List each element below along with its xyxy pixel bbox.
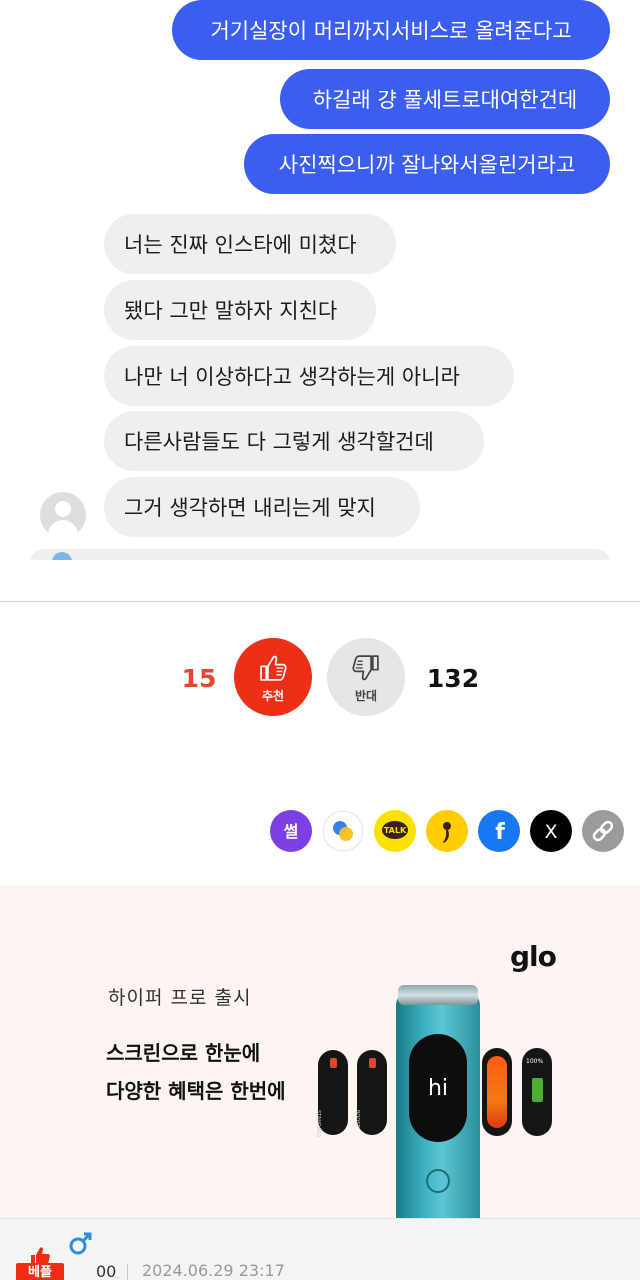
received-message: 나만 너 이상하다고 생각하는게 아니라: [104, 346, 514, 406]
username[interactable]: 00: [96, 1262, 116, 1280]
device-cap: [398, 985, 478, 1005]
share-x-button[interactable]: X: [530, 810, 572, 852]
ad-headline: 다양한 혜택은 한번에: [106, 1079, 286, 1103]
seol-icon: 썰: [270, 810, 312, 852]
screen-mode-pill: BOOST: [354, 1050, 387, 1135]
sent-message: 거기실장이 머리까지서비스로 올려준다고: [172, 0, 610, 60]
chat-screenshot: 거기실장이 머리까지서비스로 올려준다고 하길래 걍 풀세트로대여한건데 사진찍…: [0, 0, 640, 560]
received-message: 됐다 그만 말하자 지친다: [104, 280, 376, 340]
ad-headline: 스크린으로 한눈에: [106, 1041, 261, 1065]
upvote-count: 15: [181, 664, 217, 693]
sent-message: 하길래 걍 풀세트로대여한건데: [280, 69, 610, 129]
facebook-icon: f: [478, 810, 520, 852]
upvote-label: 추천: [261, 688, 285, 703]
share-facebook-button[interactable]: f: [478, 810, 520, 852]
device-screen: hi: [409, 1034, 467, 1142]
avatar: [40, 492, 86, 538]
thumbs-up-icon: [260, 655, 287, 681]
screen-mode-pill: STANDARD: [315, 1050, 348, 1138]
svg-text:TALK: TALK: [384, 826, 407, 835]
copy-link-button[interactable]: [582, 810, 624, 852]
male-icon: [69, 1232, 92, 1255]
thumbs-down-icon: [352, 654, 379, 680]
advertisement-banner[interactable]: glo 하이퍼 프로 출시 스크린으로 한눈에 다양한 혜택은 한번에 STAN…: [0, 885, 640, 1218]
device-button: [426, 1169, 450, 1193]
x-icon: X: [530, 810, 572, 852]
brand-logo: glo: [510, 940, 557, 973]
share-kakaostory-button[interactable]: [426, 810, 468, 852]
received-message: 너는 진짜 인스타에 미쳤다: [104, 214, 396, 274]
received-message: 그거 생각하면 내리는게 맞지: [104, 477, 420, 537]
received-message: 다른사람들도 다 그렇게 생각할건데: [104, 411, 484, 471]
svg-text:f: f: [495, 820, 505, 845]
heat-level-pill: [482, 1048, 512, 1136]
sent-message: 사진찍으니까 잘나와서올린거라고: [244, 134, 610, 194]
kakaotalk-icon: TALK: [374, 810, 416, 852]
svg-text:썰: 썰: [284, 822, 299, 841]
downvote-count: 132: [426, 664, 480, 693]
downvote-label: 반대: [354, 688, 378, 703]
svg-text:X: X: [544, 821, 557, 843]
share-kakaotalk-button[interactable]: TALK: [374, 810, 416, 852]
ad-subtitle: 하이퍼 프로 출시: [108, 987, 252, 1009]
upvote-button[interactable]: 추천: [234, 638, 312, 716]
downvote-button[interactable]: 반대: [327, 638, 405, 716]
link-icon: [582, 810, 624, 852]
share-seol-button[interactable]: 썰: [270, 810, 312, 852]
battery-pill: 100%: [522, 1048, 552, 1136]
share-circle-button[interactable]: [322, 810, 364, 852]
post-datetime: 2024.06.29 23:17: [142, 1261, 285, 1280]
circle-overlap-icon: [322, 810, 364, 852]
divider: [0, 601, 640, 602]
kakaostory-icon: [426, 810, 468, 852]
best-reply-badge: 베플: [16, 1245, 64, 1280]
best-reply-label: 베플: [16, 1263, 64, 1280]
cut-off-message: [30, 549, 610, 560]
divider: [127, 1264, 128, 1280]
